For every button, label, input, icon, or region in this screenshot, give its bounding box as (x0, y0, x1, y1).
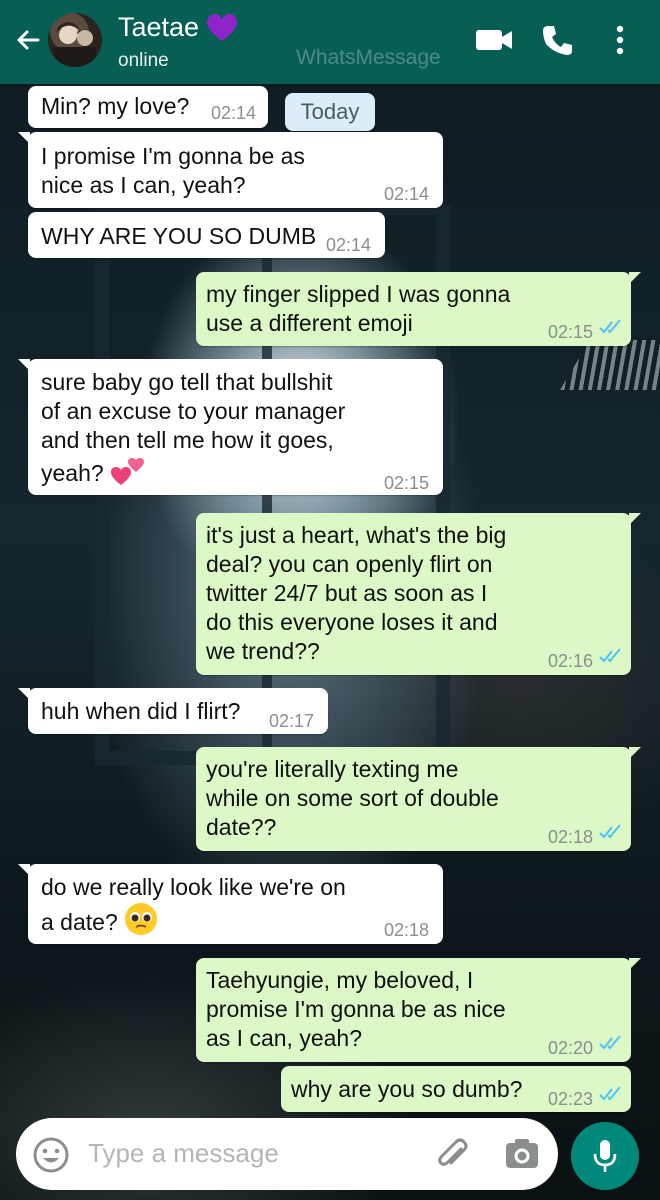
video-call-icon[interactable] (474, 22, 514, 58)
message-time: 02:17 (269, 711, 315, 731)
chat-header: Taetae online WhatsMessage (0, 0, 660, 84)
message-text: why are you so dumb? (291, 1076, 523, 1102)
message-time: 02:14 (326, 235, 372, 255)
message-bubble-outgoing[interactable]: why are you so dumb? 02:23 (281, 1066, 631, 1112)
camera-icon[interactable] (504, 1136, 540, 1172)
message-text: do we really look like we're on a date? (41, 873, 346, 937)
contact-name-row[interactable]: Taetae (118, 12, 238, 43)
read-ticks-icon (599, 824, 621, 839)
message-text-content: sure baby go tell that bullshit of an ex… (41, 369, 346, 486)
message-bubble-incoming[interactable]: huh when did I flirt? 02:17 (18, 688, 328, 734)
avatar-photo (54, 22, 96, 67)
message-text: Taehyungie, my beloved, I promise I'm go… (206, 967, 506, 1051)
message-bubble-outgoing[interactable]: you're literally texting me while on som… (196, 747, 641, 851)
voice-call-icon[interactable] (540, 22, 576, 58)
message-text: it's just a heart, what's the big deal? … (206, 522, 507, 664)
message-bubble-outgoing[interactable]: it's just a heart, what's the big deal? … (196, 513, 641, 675)
message-text-content: do we really look like we're on a date? (41, 874, 346, 935)
message-bubble-outgoing[interactable]: Taehyungie, my beloved, I promise I'm go… (196, 958, 641, 1062)
message-time: 02:18 (384, 920, 430, 940)
back-arrow-icon[interactable] (12, 24, 44, 56)
message-time: 02:16 (548, 651, 594, 671)
message-time: 02:15 (384, 473, 430, 493)
message-input[interactable]: Type a message (88, 1138, 279, 1169)
read-ticks-icon (599, 1035, 621, 1050)
read-ticks-icon (599, 648, 621, 663)
message-bubble-incoming[interactable]: I promise I'm gonna be as nice as I can,… (18, 132, 443, 208)
contact-name: Taetae (118, 12, 200, 42)
message-bubble-incoming[interactable]: sure baby go tell that bullshit of an ex… (18, 359, 443, 495)
message-time: 02:14 (384, 184, 430, 204)
contact-avatar[interactable] (48, 13, 102, 67)
message-text: WHY ARE YOU SO DUMB (41, 223, 317, 249)
message-text: my finger slipped I was gonna use a diff… (206, 281, 511, 336)
message-bubble-outgoing[interactable]: my finger slipped I was gonna use a diff… (196, 272, 641, 346)
message-time: 02:14 (211, 103, 257, 123)
message-time: 02:20 (548, 1038, 594, 1058)
message-time: 02:15 (548, 322, 594, 342)
app-watermark: WhatsMessage (296, 46, 441, 69)
message-time: 02:18 (548, 827, 594, 847)
date-chip: Today (285, 93, 375, 131)
message-text: huh when did I flirt? (41, 698, 241, 724)
two-hearts-icon (110, 458, 144, 485)
message-bubble-incoming[interactable]: WHY ARE YOU SO DUMB 02:14 (28, 212, 385, 258)
message-text: Min? my love? (41, 93, 190, 119)
read-ticks-icon (599, 1086, 621, 1101)
purple-heart-icon (207, 13, 238, 41)
read-ticks-icon (599, 319, 621, 334)
message-text: sure baby go tell that bullshit of an ex… (41, 368, 345, 488)
more-options-icon[interactable] (608, 22, 632, 58)
message-time: 02:23 (548, 1089, 594, 1109)
contact-status: online (118, 50, 169, 71)
message-text: I promise I'm gonna be as nice as I can,… (41, 143, 305, 198)
message-text: you're literally texting me while on som… (206, 756, 499, 840)
mic-icon (593, 1140, 617, 1172)
message-bubble-incoming[interactable]: Min? my love? 02:14 (28, 86, 268, 128)
mic-button[interactable] (571, 1122, 639, 1190)
emoji-icon[interactable] (32, 1136, 70, 1174)
message-composer: Type a message (16, 1118, 558, 1190)
pleading-face-icon (124, 903, 157, 935)
attach-icon[interactable] (434, 1136, 472, 1174)
message-bubble-incoming[interactable]: do we really look like we're on a date? … (18, 864, 443, 944)
